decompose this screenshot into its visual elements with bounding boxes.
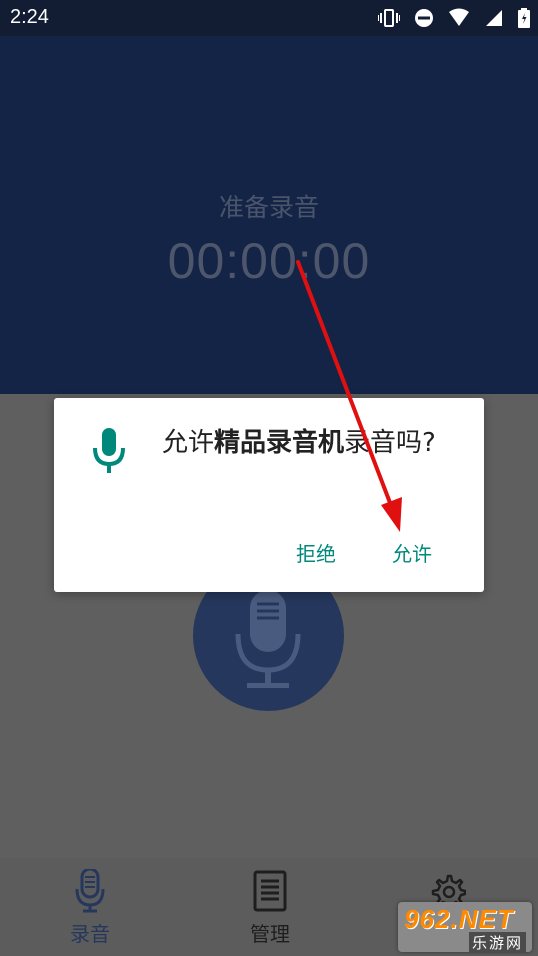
status-icons	[378, 8, 530, 28]
nav-tab-record[interactable]: 录音	[30, 868, 150, 947]
record-state-label: 准备录音	[218, 193, 319, 222]
wifi-icon	[449, 8, 469, 26]
deny-button[interactable]: 拒绝	[292, 536, 340, 569]
signal-icon	[486, 10, 502, 26]
nav-tab-manage[interactable]: 管理	[210, 868, 330, 947]
microphone-icon	[75, 869, 105, 913]
watermark-logo-text: 962.NET	[404, 904, 514, 934]
watermark-site-name: 乐游网	[468, 932, 526, 953]
allow-button[interactable]: 允许	[388, 536, 436, 569]
recorder-header: 准备录音 00:00:00	[0, 36, 538, 394]
dialog-message-prefix: 允许	[162, 428, 215, 458]
do-not-disturb-icon	[415, 9, 433, 27]
nav-label-manage: 管理	[250, 922, 290, 946]
document-list-icon	[253, 870, 287, 912]
dialog-app-name: 精品录音机	[214, 428, 345, 458]
battery-icon	[518, 8, 530, 28]
nav-label-record: 录音	[70, 922, 110, 946]
status-bar: 2:24	[0, 0, 538, 36]
dialog-message: 允许精品录音机录音吗?	[162, 422, 462, 464]
watermark-logo: 962.NET 乐游网	[398, 902, 532, 953]
microphone-icon	[93, 428, 125, 473]
status-time: 2:24	[10, 6, 49, 28]
permission-dialog: 允许精品录音机录音吗? 拒绝 允许	[54, 398, 484, 592]
vibrate-icon	[378, 9, 400, 27]
recording-timer: 00:00:00	[167, 233, 371, 289]
dialog-message-suffix: 录音吗?	[344, 428, 436, 458]
microphone-icon	[235, 590, 301, 688]
